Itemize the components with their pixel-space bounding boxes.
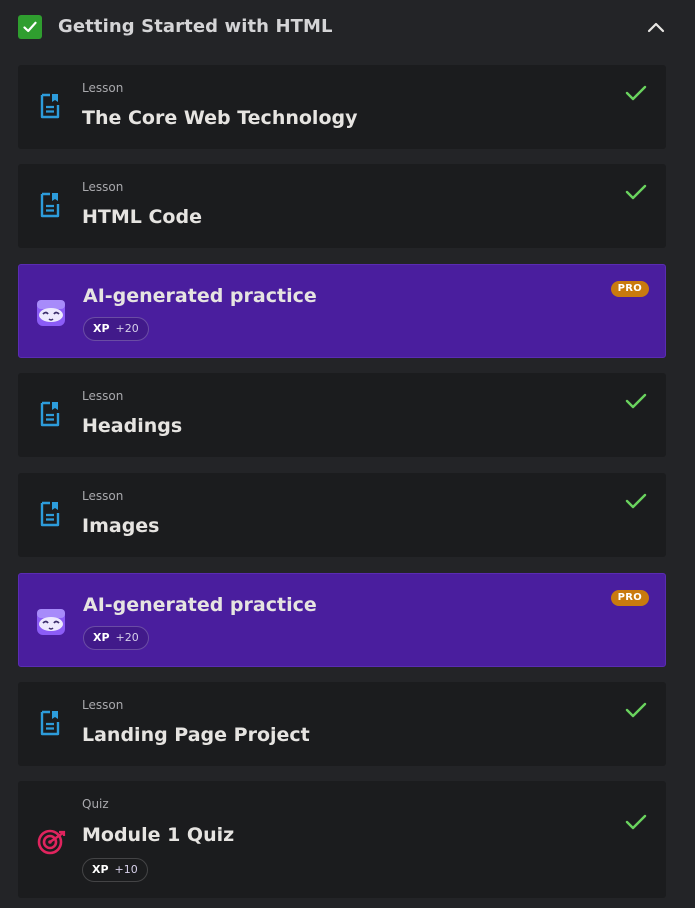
xp-label: XP <box>92 863 109 876</box>
lesson-item[interactable]: Lesson Images <box>18 473 666 557</box>
completed-check-icon <box>624 83 648 103</box>
item-title: Images <box>82 515 160 537</box>
module-complete-checkbox[interactable] <box>18 15 42 39</box>
xp-value: +20 <box>115 322 139 335</box>
item-title: The Core Web Technology <box>82 107 358 129</box>
checkmark-icon <box>23 21 37 33</box>
item-title: Landing Page Project <box>82 724 310 746</box>
item-title: HTML Code <box>82 206 202 228</box>
collapse-chevron-icon[interactable] <box>644 16 668 38</box>
pro-badge: PRO <box>610 281 649 297</box>
lesson-doc-icon <box>36 707 64 739</box>
module-header[interactable]: Getting Started with HTML <box>0 0 695 56</box>
completed-check-icon <box>624 391 648 411</box>
item-kind: Lesson <box>82 389 124 403</box>
completed-check-icon <box>624 700 648 720</box>
lesson-doc-icon <box>36 398 64 430</box>
robot-mascot-icon <box>33 295 69 331</box>
lesson-doc-icon <box>36 498 64 530</box>
lesson-doc-icon <box>36 90 64 122</box>
completed-check-icon <box>624 491 648 511</box>
robot-mascot-icon <box>33 604 69 640</box>
xp-value: +10 <box>114 863 138 876</box>
completed-check-icon <box>624 812 648 832</box>
lesson-item[interactable]: Lesson The Core Web Technology <box>18 65 666 149</box>
quiz-item[interactable]: Quiz Module 1 Quiz XP +10 <box>18 781 666 898</box>
item-kind: Lesson <box>82 698 124 712</box>
completed-check-icon <box>624 182 648 202</box>
xp-label: XP <box>93 322 110 335</box>
ai-practice-item[interactable]: AI-generated practice XP +20 PRO <box>18 573 666 667</box>
xp-label: XP <box>93 631 110 644</box>
item-kind: Lesson <box>82 81 124 95</box>
xp-badge: XP +20 <box>83 317 149 341</box>
module-title: Getting Started with HTML <box>58 16 333 37</box>
lesson-doc-icon <box>36 189 64 221</box>
xp-value: +20 <box>115 631 139 644</box>
xp-badge: XP +10 <box>82 858 148 882</box>
item-kind: Lesson <box>82 180 124 194</box>
ai-practice-item[interactable]: AI-generated practice XP +20 PRO <box>18 264 666 358</box>
item-title: AI-generated practice <box>83 285 317 307</box>
lesson-item[interactable]: Lesson HTML Code <box>18 164 666 248</box>
lesson-item[interactable]: Lesson Headings <box>18 373 666 457</box>
item-title: Module 1 Quiz <box>82 824 235 846</box>
target-icon <box>36 825 68 857</box>
item-title: Headings <box>82 415 183 437</box>
item-title: AI-generated practice <box>83 594 317 616</box>
xp-badge: XP +20 <box>83 626 149 650</box>
item-kind: Quiz <box>82 797 109 811</box>
item-kind: Lesson <box>82 489 124 503</box>
lesson-item[interactable]: Lesson Landing Page Project <box>18 682 666 766</box>
pro-badge: PRO <box>610 590 649 606</box>
